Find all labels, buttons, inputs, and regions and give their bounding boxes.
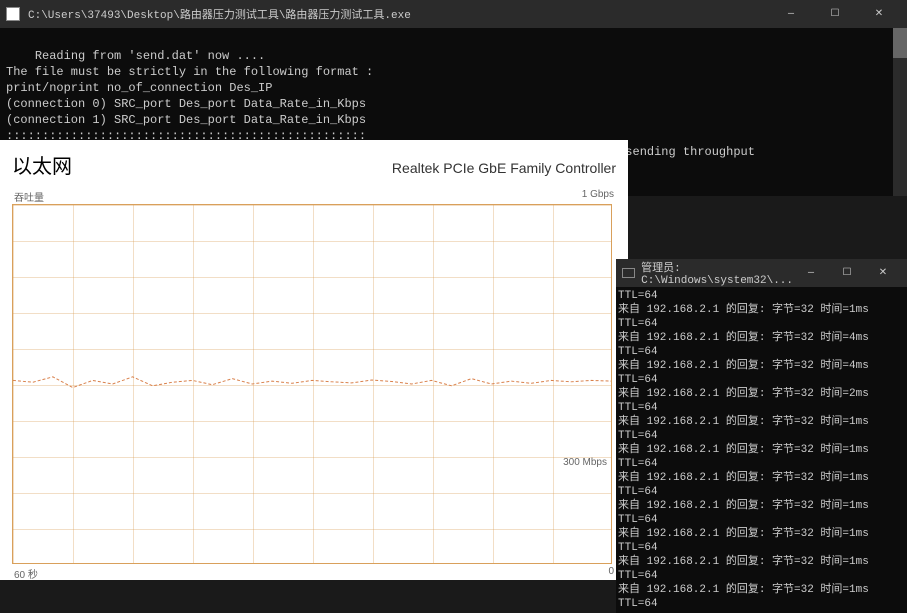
terminal-line: Reading from 'send.dat' now ....: [35, 49, 265, 63]
ping-window-title: 管理员: C:\Windows\system32\...: [641, 259, 793, 287]
app-icon: [6, 7, 20, 21]
stress-tool-titlebar[interactable]: C:\Users\37493\Desktop\路由器压力测试工具\路由器压力测试…: [0, 0, 907, 28]
ethernet-adapter-name: Realtek PCIe GbE Family Controller: [392, 160, 616, 176]
ping-window: 管理员: C:\Windows\system32\... — ☐ ✕ TTL=6…: [616, 259, 907, 593]
terminal-line: (connection 0) SRC_port Des_port Data_Ra…: [6, 97, 366, 111]
ping-output: TTL=64 来自 192.168.2.1 的回复: 字节=32 时间=1ms …: [616, 287, 907, 613]
throughput-line-svg: [13, 205, 611, 563]
terminal-line: print/noprint no_of_connection Des_IP: [6, 81, 272, 95]
close-button[interactable]: ✕: [865, 259, 901, 287]
terminal-line: (connection 1) SRC_port Des_port Data_Ra…: [6, 113, 366, 127]
terminal-line: The file must be strictly in the followi…: [6, 65, 373, 79]
minimize-button[interactable]: —: [769, 0, 813, 28]
x-axis-left: 60 秒: [14, 566, 38, 581]
y-axis-300mbps-label: 300 Mbps: [563, 457, 607, 468]
throughput-graph: 300 Mbps: [12, 204, 612, 564]
maximize-button[interactable]: ☐: [813, 0, 857, 28]
x-axis-right: 0: [608, 566, 614, 581]
ethernet-title: 以太网: [12, 150, 72, 179]
y-axis-max: 1 Gbps: [582, 189, 614, 204]
cmd-icon: [622, 268, 635, 278]
window-title: C:\Users\37493\Desktop\路由器压力测试工具\路由器压力测试…: [28, 6, 769, 22]
scrollbar-thumb[interactable]: [893, 28, 907, 58]
y-axis-unit: 吞吐量: [14, 189, 44, 204]
minimize-button[interactable]: —: [793, 259, 829, 287]
ping-titlebar[interactable]: 管理员: C:\Windows\system32\... — ☐ ✕: [616, 259, 907, 287]
close-button[interactable]: ✕: [857, 0, 901, 28]
maximize-button[interactable]: ☐: [829, 259, 865, 287]
scrollbar[interactable]: [893, 28, 907, 196]
ethernet-panel: 以太网 Realtek PCIe GbE Family Controller 吞…: [0, 140, 628, 580]
